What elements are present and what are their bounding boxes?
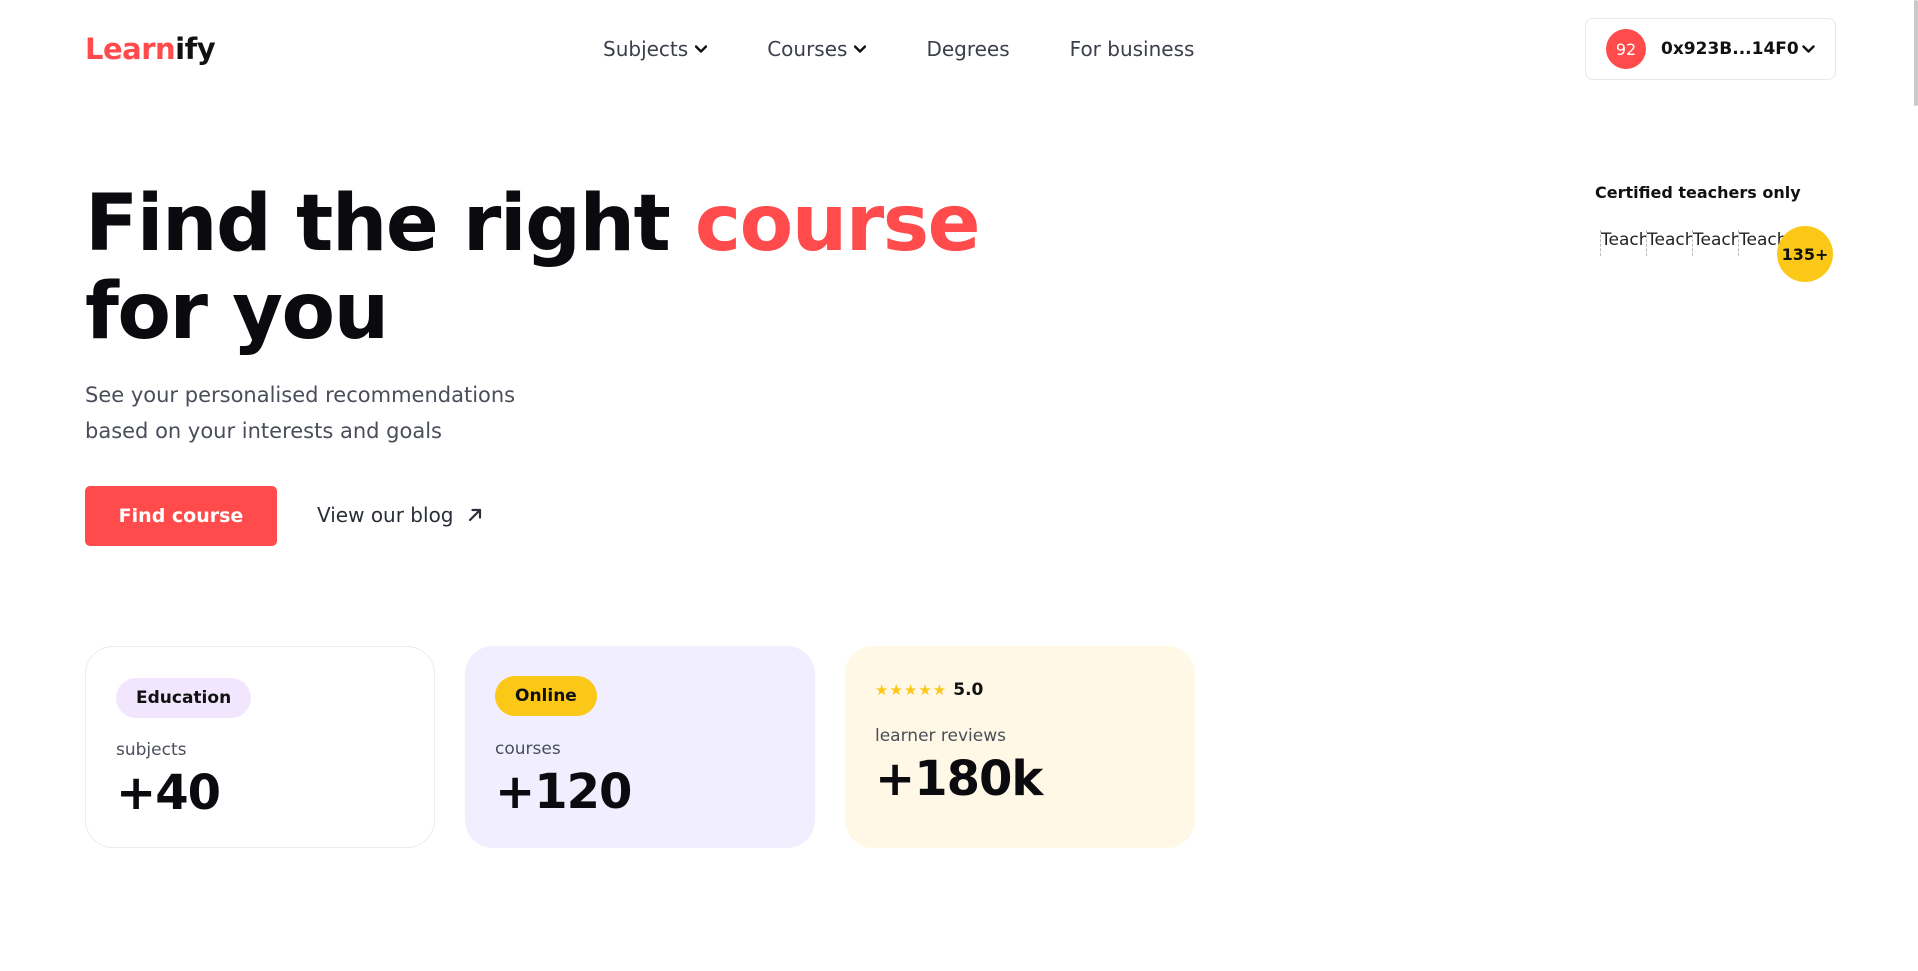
rating: ★★★★★ 5.0 bbox=[875, 680, 983, 700]
online-badge: Online bbox=[495, 676, 597, 716]
teacher-avatar: Teach bbox=[1692, 230, 1740, 256]
hero-subtitle: See your personalised recommendations ba… bbox=[85, 377, 585, 449]
hero-title-part2: for you bbox=[85, 267, 389, 357]
hero-subtitle-line2: based on your interests and goals bbox=[85, 419, 442, 443]
stat-card-online: Online courses +120 bbox=[465, 646, 815, 848]
stat-value: +180k bbox=[875, 751, 1043, 807]
nav-subjects-label: Subjects bbox=[603, 37, 689, 61]
chevron-down-icon bbox=[695, 45, 708, 53]
nav-courses-label: Courses bbox=[767, 37, 848, 61]
arrow-up-right-icon bbox=[468, 503, 482, 527]
wallet-button[interactable]: 92 0x923B...14F0 bbox=[1585, 18, 1836, 80]
certified-teachers-label: Certified teachers only bbox=[1595, 183, 1801, 202]
hero-subtitle-line1: See your personalised recommendations bbox=[85, 383, 516, 407]
find-course-button[interactable]: Find course bbox=[85, 486, 277, 546]
scrollbar[interactable] bbox=[1914, 0, 1918, 106]
nav-for-business-label: For business bbox=[1069, 37, 1195, 61]
nav-courses[interactable]: Courses bbox=[767, 37, 867, 61]
main-nav: Subjects Courses Degrees For business bbox=[603, 37, 1194, 61]
logo[interactable]: Learnify bbox=[85, 32, 216, 66]
nav-degrees[interactable]: Degrees bbox=[926, 37, 1009, 61]
stat-label: subjects bbox=[116, 740, 187, 760]
teacher-count-badge: 135+ bbox=[1777, 226, 1833, 282]
stat-card-reviews: ★★★★★ 5.0 learner reviews +180k bbox=[845, 646, 1195, 848]
stat-value: +40 bbox=[116, 765, 221, 821]
wallet-avatar: 92 bbox=[1606, 29, 1646, 69]
nav-for-business[interactable]: For business bbox=[1070, 37, 1195, 61]
nav-degrees-label: Degrees bbox=[926, 37, 1010, 61]
education-badge: Education bbox=[116, 678, 252, 718]
wallet-address: 0x923B...14F0 bbox=[1661, 39, 1799, 59]
chevron-down-icon bbox=[854, 45, 867, 53]
stat-label: courses bbox=[495, 739, 561, 759]
logo-part-ify: ify bbox=[175, 32, 216, 66]
hero-title: Find the right course for you bbox=[85, 180, 985, 356]
page: Learnify Subjects Courses Degrees For bu… bbox=[0, 0, 1918, 971]
hero-title-part1: Find the right bbox=[85, 179, 695, 269]
star-rating-icon: ★★★★★ bbox=[875, 681, 948, 699]
teacher-avatar: Teach bbox=[1646, 230, 1694, 256]
stat-label: learner reviews bbox=[875, 726, 1006, 746]
chevron-down-icon bbox=[1802, 44, 1815, 54]
stat-card-education: Education subjects +40 bbox=[85, 646, 435, 848]
rating-value: 5.0 bbox=[953, 680, 984, 700]
teacher-avatar: Teach bbox=[1600, 230, 1648, 256]
view-blog-label: View our blog bbox=[317, 503, 454, 527]
nav-subjects[interactable]: Subjects bbox=[603, 37, 708, 61]
hero-title-accent: course bbox=[694, 179, 981, 269]
view-blog-link[interactable]: View our blog bbox=[317, 503, 482, 527]
stat-value: +120 bbox=[495, 764, 632, 820]
logo-part-learn: Learn bbox=[85, 32, 176, 66]
